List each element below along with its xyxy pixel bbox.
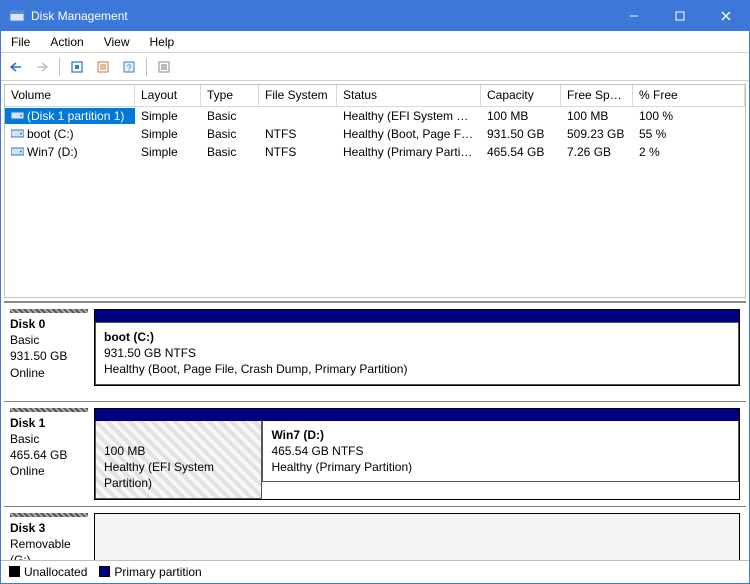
col-capacity[interactable]: Capacity — [481, 85, 561, 106]
help-button[interactable]: ? — [117, 56, 141, 78]
disk-label[interactable]: Disk 3 Removable (G:) No Media — [4, 507, 94, 561]
volume-name: Win7 (D:) — [5, 144, 135, 160]
col-filesystem[interactable]: File System — [259, 85, 337, 106]
forward-button[interactable] — [30, 56, 54, 78]
disk-graphical-view: Disk 0 Basic 931.50 GB Online boot (C:) … — [4, 301, 746, 560]
col-layout[interactable]: Layout — [135, 85, 201, 106]
back-button[interactable] — [4, 56, 28, 78]
disk-partitions: 100 MB Healthy (EFI System Partition) Wi… — [94, 402, 746, 506]
swatch-navy — [99, 566, 110, 577]
partition-header-bar — [95, 409, 262, 421]
disk-label[interactable]: Disk 1 Basic 465.64 GB Online — [4, 402, 94, 506]
col-type[interactable]: Type — [201, 85, 259, 106]
legend-item-unallocated: Unallocated — [9, 565, 87, 579]
app-icon — [9, 8, 25, 24]
settings-button[interactable] — [152, 56, 176, 78]
disk-icon — [10, 309, 88, 313]
volume-list: Volume Layout Type File System Status Ca… — [4, 84, 746, 298]
close-button[interactable] — [703, 1, 749, 31]
window: Disk Management File Action View Help ? … — [0, 0, 750, 584]
volume-list-header: Volume Layout Type File System Status Ca… — [5, 85, 745, 107]
properties-button[interactable] — [91, 56, 115, 78]
partition-empty[interactable] — [94, 513, 740, 561]
minimize-button[interactable] — [611, 1, 657, 31]
partition[interactable]: 100 MB Healthy (EFI System Partition) — [95, 421, 262, 499]
maximize-button[interactable] — [657, 1, 703, 31]
toolbar: ? — [1, 53, 749, 81]
volume-icon — [11, 128, 24, 139]
disk-row: Disk 0 Basic 931.50 GB Online boot (C:) … — [4, 303, 746, 402]
disk-partitions: boot (C:) 931.50 GB NTFS Healthy (Boot, … — [94, 303, 746, 401]
volume-icon — [11, 146, 24, 157]
partition[interactable]: Win7 (D:) 465.54 GB NTFS Healthy (Primar… — [262, 421, 739, 483]
disk-icon — [10, 408, 88, 412]
menu-view[interactable]: View — [94, 32, 140, 52]
disk-partitions — [94, 507, 746, 561]
legend: Unallocated Primary partition — [1, 560, 749, 583]
partition-header-bar — [262, 409, 739, 421]
col-status[interactable]: Status — [337, 85, 481, 106]
titlebar: Disk Management — [1, 1, 749, 31]
col-free[interactable]: Free Spa... — [561, 85, 633, 106]
menu-file[interactable]: File — [1, 32, 40, 52]
col-pctfree[interactable]: % Free — [633, 85, 745, 106]
partition-strip: boot (C:) 931.50 GB NTFS Healthy (Boot, … — [94, 309, 740, 386]
col-volume[interactable]: Volume — [5, 85, 135, 106]
menubar: File Action View Help — [1, 31, 749, 53]
toolbar-separator — [146, 58, 147, 76]
swatch-black — [9, 566, 20, 577]
volume-icon — [11, 110, 24, 121]
volume-name: boot (C:) — [5, 126, 135, 142]
refresh-button[interactable] — [65, 56, 89, 78]
disk-icon — [10, 513, 88, 517]
partition[interactable]: boot (C:) 931.50 GB NTFS Healthy (Boot, … — [95, 322, 739, 385]
volume-name: (Disk 1 partition 1) — [5, 108, 135, 124]
toolbar-separator — [59, 58, 60, 76]
partition-header-bar — [95, 310, 739, 322]
volume-row[interactable]: boot (C:) Simple Basic NTFS Healthy (Boo… — [5, 125, 745, 143]
svg-text:?: ? — [126, 63, 131, 73]
partition-strip: 100 MB Healthy (EFI System Partition) Wi… — [94, 408, 740, 500]
menu-action[interactable]: Action — [40, 32, 93, 52]
volume-list-body[interactable]: (Disk 1 partition 1) Simple Basic Health… — [5, 107, 745, 297]
disk-label[interactable]: Disk 0 Basic 931.50 GB Online — [4, 303, 94, 401]
disk-row: Disk 1 Basic 465.64 GB Online 100 MB Hea… — [4, 402, 746, 507]
window-title: Disk Management — [31, 9, 611, 23]
volume-row[interactable]: (Disk 1 partition 1) Simple Basic Health… — [5, 107, 745, 125]
legend-item-primary: Primary partition — [99, 565, 201, 579]
disk-row: Disk 3 Removable (G:) No Media — [4, 507, 746, 561]
menu-help[interactable]: Help — [140, 32, 185, 52]
volume-row[interactable]: Win7 (D:) Simple Basic NTFS Healthy (Pri… — [5, 143, 745, 161]
